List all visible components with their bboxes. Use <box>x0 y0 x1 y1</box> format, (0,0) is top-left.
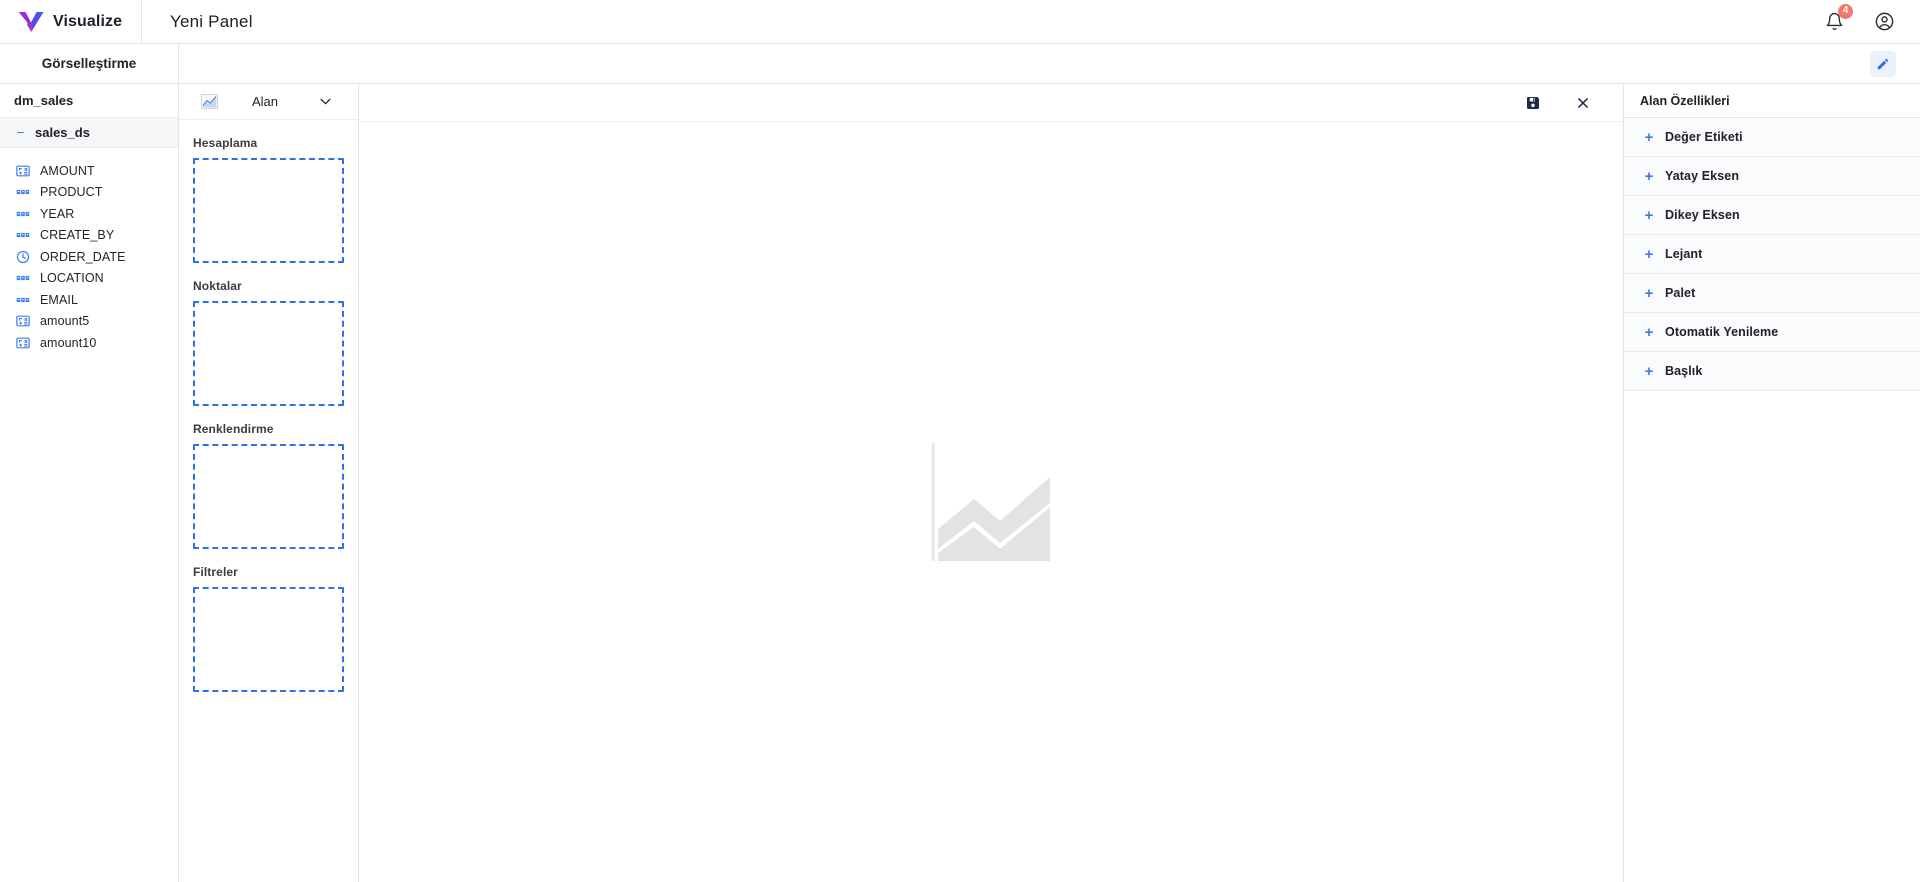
data-panel: dm_sales − sales_ds AMOUNT PRODUCT YEAR CRE… <box>0 84 179 882</box>
notifications-button[interactable]: 4 <box>1820 3 1853 36</box>
chart-canvas <box>359 84 1624 882</box>
field-label: PRODUCT <box>40 185 103 200</box>
pencil-icon <box>1877 58 1889 69</box>
drop-zone-label: Filtreler <box>193 565 238 579</box>
field-list: AMOUNT PRODUCT YEAR CREATE_BY ORDER_DATE LOCA… <box>0 148 178 354</box>
field-row[interactable]: CREATE_BY <box>0 225 178 247</box>
top-bar: Visualize Yeni Panel 4 <box>0 0 1920 44</box>
field-label: ORDER_DATE <box>40 249 126 264</box>
drop-zone[interactable] <box>193 301 344 406</box>
save-button[interactable] <box>1519 89 1547 117</box>
close-x-icon <box>1578 97 1588 108</box>
property-section-label: Dikey Eksen <box>1665 208 1740 222</box>
account-circle-icon <box>1875 12 1893 31</box>
field-row[interactable]: amount5 <box>0 311 178 333</box>
property-section-row[interactable]: + Dikey Eksen <box>1624 196 1920 235</box>
visualize-v-logo-icon <box>18 11 44 32</box>
properties-section-list: + Değer Etiketi + Yatay Eksen + Dikey Eksen + L… <box>1624 118 1920 391</box>
plus-icon[interactable]: + <box>1644 208 1654 223</box>
numeric-field-icon <box>16 337 30 349</box>
drop-zone[interactable] <box>193 587 344 692</box>
field-label: amount5 <box>40 314 90 329</box>
sub-bar-actions <box>179 44 1920 83</box>
plus-icon[interactable]: + <box>1644 130 1654 145</box>
field-label: amount10 <box>40 335 97 350</box>
drop-zone[interactable] <box>193 158 344 263</box>
chevron-down-icon[interactable] <box>320 98 331 105</box>
clock-field-icon <box>16 250 30 263</box>
area-chart-placeholder-icon <box>932 443 1050 561</box>
property-section-row[interactable]: + Değer Etiketi <box>1624 118 1920 157</box>
properties-panel-filler <box>1624 391 1920 882</box>
property-section-row[interactable]: + Otomatik Yenileme <box>1624 313 1920 352</box>
brand[interactable]: Visualize <box>0 0 142 43</box>
config-panel: Alan Hesaplama Noktalar Renklendirme Filtre… <box>179 84 359 882</box>
drop-zone-label: Renklendirme <box>193 422 274 436</box>
config-panel-header: Alan <box>179 84 358 120</box>
field-row[interactable]: PRODUCT <box>0 182 178 204</box>
abc-field-icon <box>16 297 30 302</box>
close-button[interactable] <box>1569 89 1597 117</box>
properties-panel: Alan Özellikleri + Değer Etiketi + Yatay Ek… <box>1624 84 1920 882</box>
field-row[interactable]: ORDER_DATE <box>0 246 178 268</box>
field-label: LOCATION <box>40 271 104 286</box>
property-section-label: Yatay Eksen <box>1665 169 1740 183</box>
drop-zone-list: Hesaplama Noktalar Renklendirme Filtreler <box>179 120 358 882</box>
brand-name: Visualize <box>53 12 123 30</box>
edit-button[interactable] <box>1870 50 1896 77</box>
drop-zone[interactable] <box>193 444 344 549</box>
field-label: AMOUNT <box>40 163 95 178</box>
field-row[interactable]: YEAR <box>0 203 178 225</box>
field-row[interactable]: EMAIL <box>0 289 178 311</box>
drop-zone-label: Hesaplama <box>193 136 258 150</box>
property-section-row[interactable]: + Başlık <box>1624 352 1920 391</box>
plus-icon[interactable]: + <box>1644 364 1654 379</box>
datamart-title: dm_sales <box>0 84 178 118</box>
field-row[interactable]: amount10 <box>0 332 178 354</box>
field-label: YEAR <box>40 206 75 221</box>
account-button[interactable] <box>1870 8 1898 36</box>
sub-bar: Görselleştirme <box>0 44 1920 84</box>
property-section-row[interactable]: + Palet <box>1624 274 1920 313</box>
field-label: CREATE_BY <box>40 228 115 243</box>
dataset-node-label: sales_ds <box>35 125 90 140</box>
properties-panel-title: Alan Özellikleri <box>1624 84 1920 118</box>
abc-field-icon <box>16 211 30 216</box>
dataset-node-sales-ds[interactable]: − sales_ds <box>0 118 178 148</box>
plus-icon[interactable]: + <box>1644 169 1654 184</box>
drop-zone-label: Noktalar <box>193 279 242 293</box>
plus-icon[interactable]: + <box>1644 286 1654 301</box>
line-chart-icon[interactable] <box>201 94 218 109</box>
property-section-row[interactable]: + Lejant <box>1624 235 1920 274</box>
plus-icon[interactable]: + <box>1644 325 1654 340</box>
page-title: Yeni Panel <box>170 11 253 31</box>
property-section-label: Otomatik Yenileme <box>1665 325 1779 339</box>
property-section-row[interactable]: + Yatay Eksen <box>1624 157 1920 196</box>
app-root: Visualize Yeni Panel 4 Görselleştirme dm… <box>0 0 1920 882</box>
abc-field-icon <box>16 276 30 281</box>
field-label: EMAIL <box>40 292 79 307</box>
abc-field-icon <box>16 233 30 238</box>
topbar-actions: 4 <box>1820 0 1920 43</box>
property-section-label: Lejant <box>1665 247 1703 261</box>
body: dm_sales − sales_ds AMOUNT PRODUCT YEAR CRE… <box>0 84 1920 882</box>
save-floppy-icon <box>1527 96 1539 109</box>
minus-icon[interactable]: − <box>16 126 25 139</box>
tab-visualization[interactable]: Görselleştirme <box>0 44 179 83</box>
mode-select[interactable]: Alan <box>252 94 331 109</box>
field-row[interactable]: AMOUNT <box>0 160 178 182</box>
abc-field-icon <box>16 190 30 195</box>
canvas-toolbar <box>359 84 1623 122</box>
mode-select-value: Alan <box>252 94 279 109</box>
numeric-field-icon <box>16 165 30 177</box>
notification-badge: 4 <box>1838 3 1853 19</box>
numeric-field-icon <box>16 315 30 327</box>
field-row[interactable]: LOCATION <box>0 268 178 290</box>
property-section-label: Palet <box>1665 286 1696 300</box>
canvas-stage[interactable] <box>359 122 1623 882</box>
plus-icon[interactable]: + <box>1644 247 1654 262</box>
property-section-label: Başlık <box>1665 364 1703 378</box>
property-section-label: Değer Etiketi <box>1665 130 1743 144</box>
